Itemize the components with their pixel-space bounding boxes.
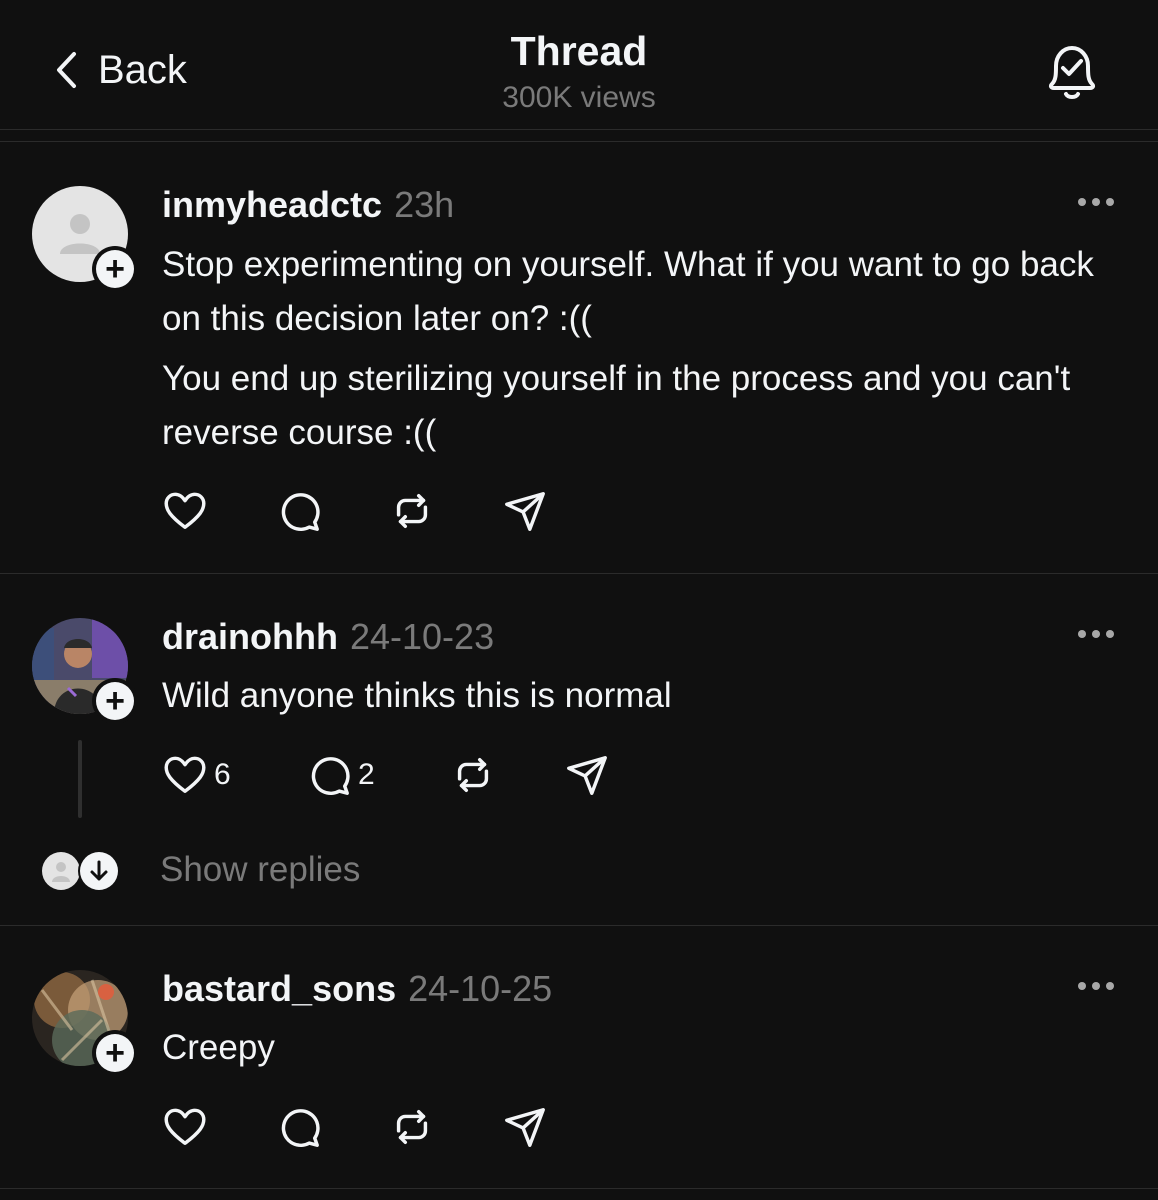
post-text: Stop experimenting on yourself. What if … [162,238,1132,460]
view-count: 300K views [502,81,656,114]
post-paragraph: Wild anyone thinks this is normal [162,676,672,715]
post-paragraph: You end up sterilizing yourself in the p… [162,359,1071,452]
repost-icon [389,488,435,534]
username[interactable]: drainohhh [162,616,338,657]
header-divider [0,129,1158,130]
heart-icon [162,1104,208,1150]
repost-button[interactable] [389,486,435,536]
share-button[interactable] [502,1102,548,1152]
comment-icon [306,752,352,798]
more-icon[interactable] [1076,976,1116,996]
post-divider [0,1188,1158,1189]
repost-icon [389,1104,435,1150]
comment-icon [276,1104,322,1150]
repost-button[interactable] [389,1102,435,1152]
post-header: drainohhh 24-10-23 [162,616,494,658]
heart-icon [162,752,208,798]
arrow-down-badge [78,850,120,892]
timestamp: 24-10-25 [408,968,553,1009]
show-replies-link[interactable]: Show replies [160,850,360,890]
follow-button[interactable]: + [92,678,138,724]
share-button[interactable] [502,486,548,536]
reply-count: 2 [358,758,375,791]
username[interactable]: bastard_sons [162,968,396,1009]
page-title: Thread [510,28,648,74]
post-header: inmyheadctc 23h [162,184,454,226]
follow-button[interactable]: + [92,1030,138,1076]
plus-icon: + [96,1034,134,1072]
share-button[interactable] [564,750,610,800]
comment-icon [276,488,322,534]
timestamp: 23h [394,184,455,225]
like-count: 6 [214,758,231,791]
like-button[interactable]: 6 [162,750,231,800]
reply-button[interactable]: 2 [306,750,375,800]
share-icon [502,488,548,534]
reply-button[interactable] [276,486,322,536]
thread-connector [78,740,82,818]
default-avatar-icon [52,862,70,882]
more-icon[interactable] [1076,192,1116,212]
share-icon [564,752,610,798]
post-paragraph: Creepy [162,1028,275,1067]
heart-icon [162,488,208,534]
like-button[interactable] [162,1102,208,1152]
username[interactable]: inmyheadctc [162,184,382,225]
follow-button[interactable]: + [92,246,138,292]
more-icon[interactable] [1076,624,1116,644]
share-icon [502,1104,548,1150]
header-divider [0,141,1158,142]
post-divider [0,573,1158,574]
reply-button[interactable] [276,1102,322,1152]
plus-icon: + [96,250,134,288]
bell-check-icon[interactable] [1038,40,1106,104]
repost-icon [450,752,496,798]
top-bar: Back Thread 300K views [0,0,1158,130]
post-text: Wild anyone thinks this is normal [162,669,1132,723]
post-paragraph: Stop experimenting on yourself. What if … [162,245,1094,338]
plus-icon: + [96,682,134,720]
post-text: Creepy [162,1021,1132,1075]
post-header: bastard_sons 24-10-25 [162,968,552,1010]
like-button[interactable] [162,486,208,536]
reply-avatar [42,852,80,890]
post-divider [0,925,1158,926]
arrow-down-icon [80,852,118,890]
timestamp: 24-10-23 [349,616,495,657]
repost-button[interactable] [450,750,496,800]
title-block: Thread 300K views [0,26,1158,118]
